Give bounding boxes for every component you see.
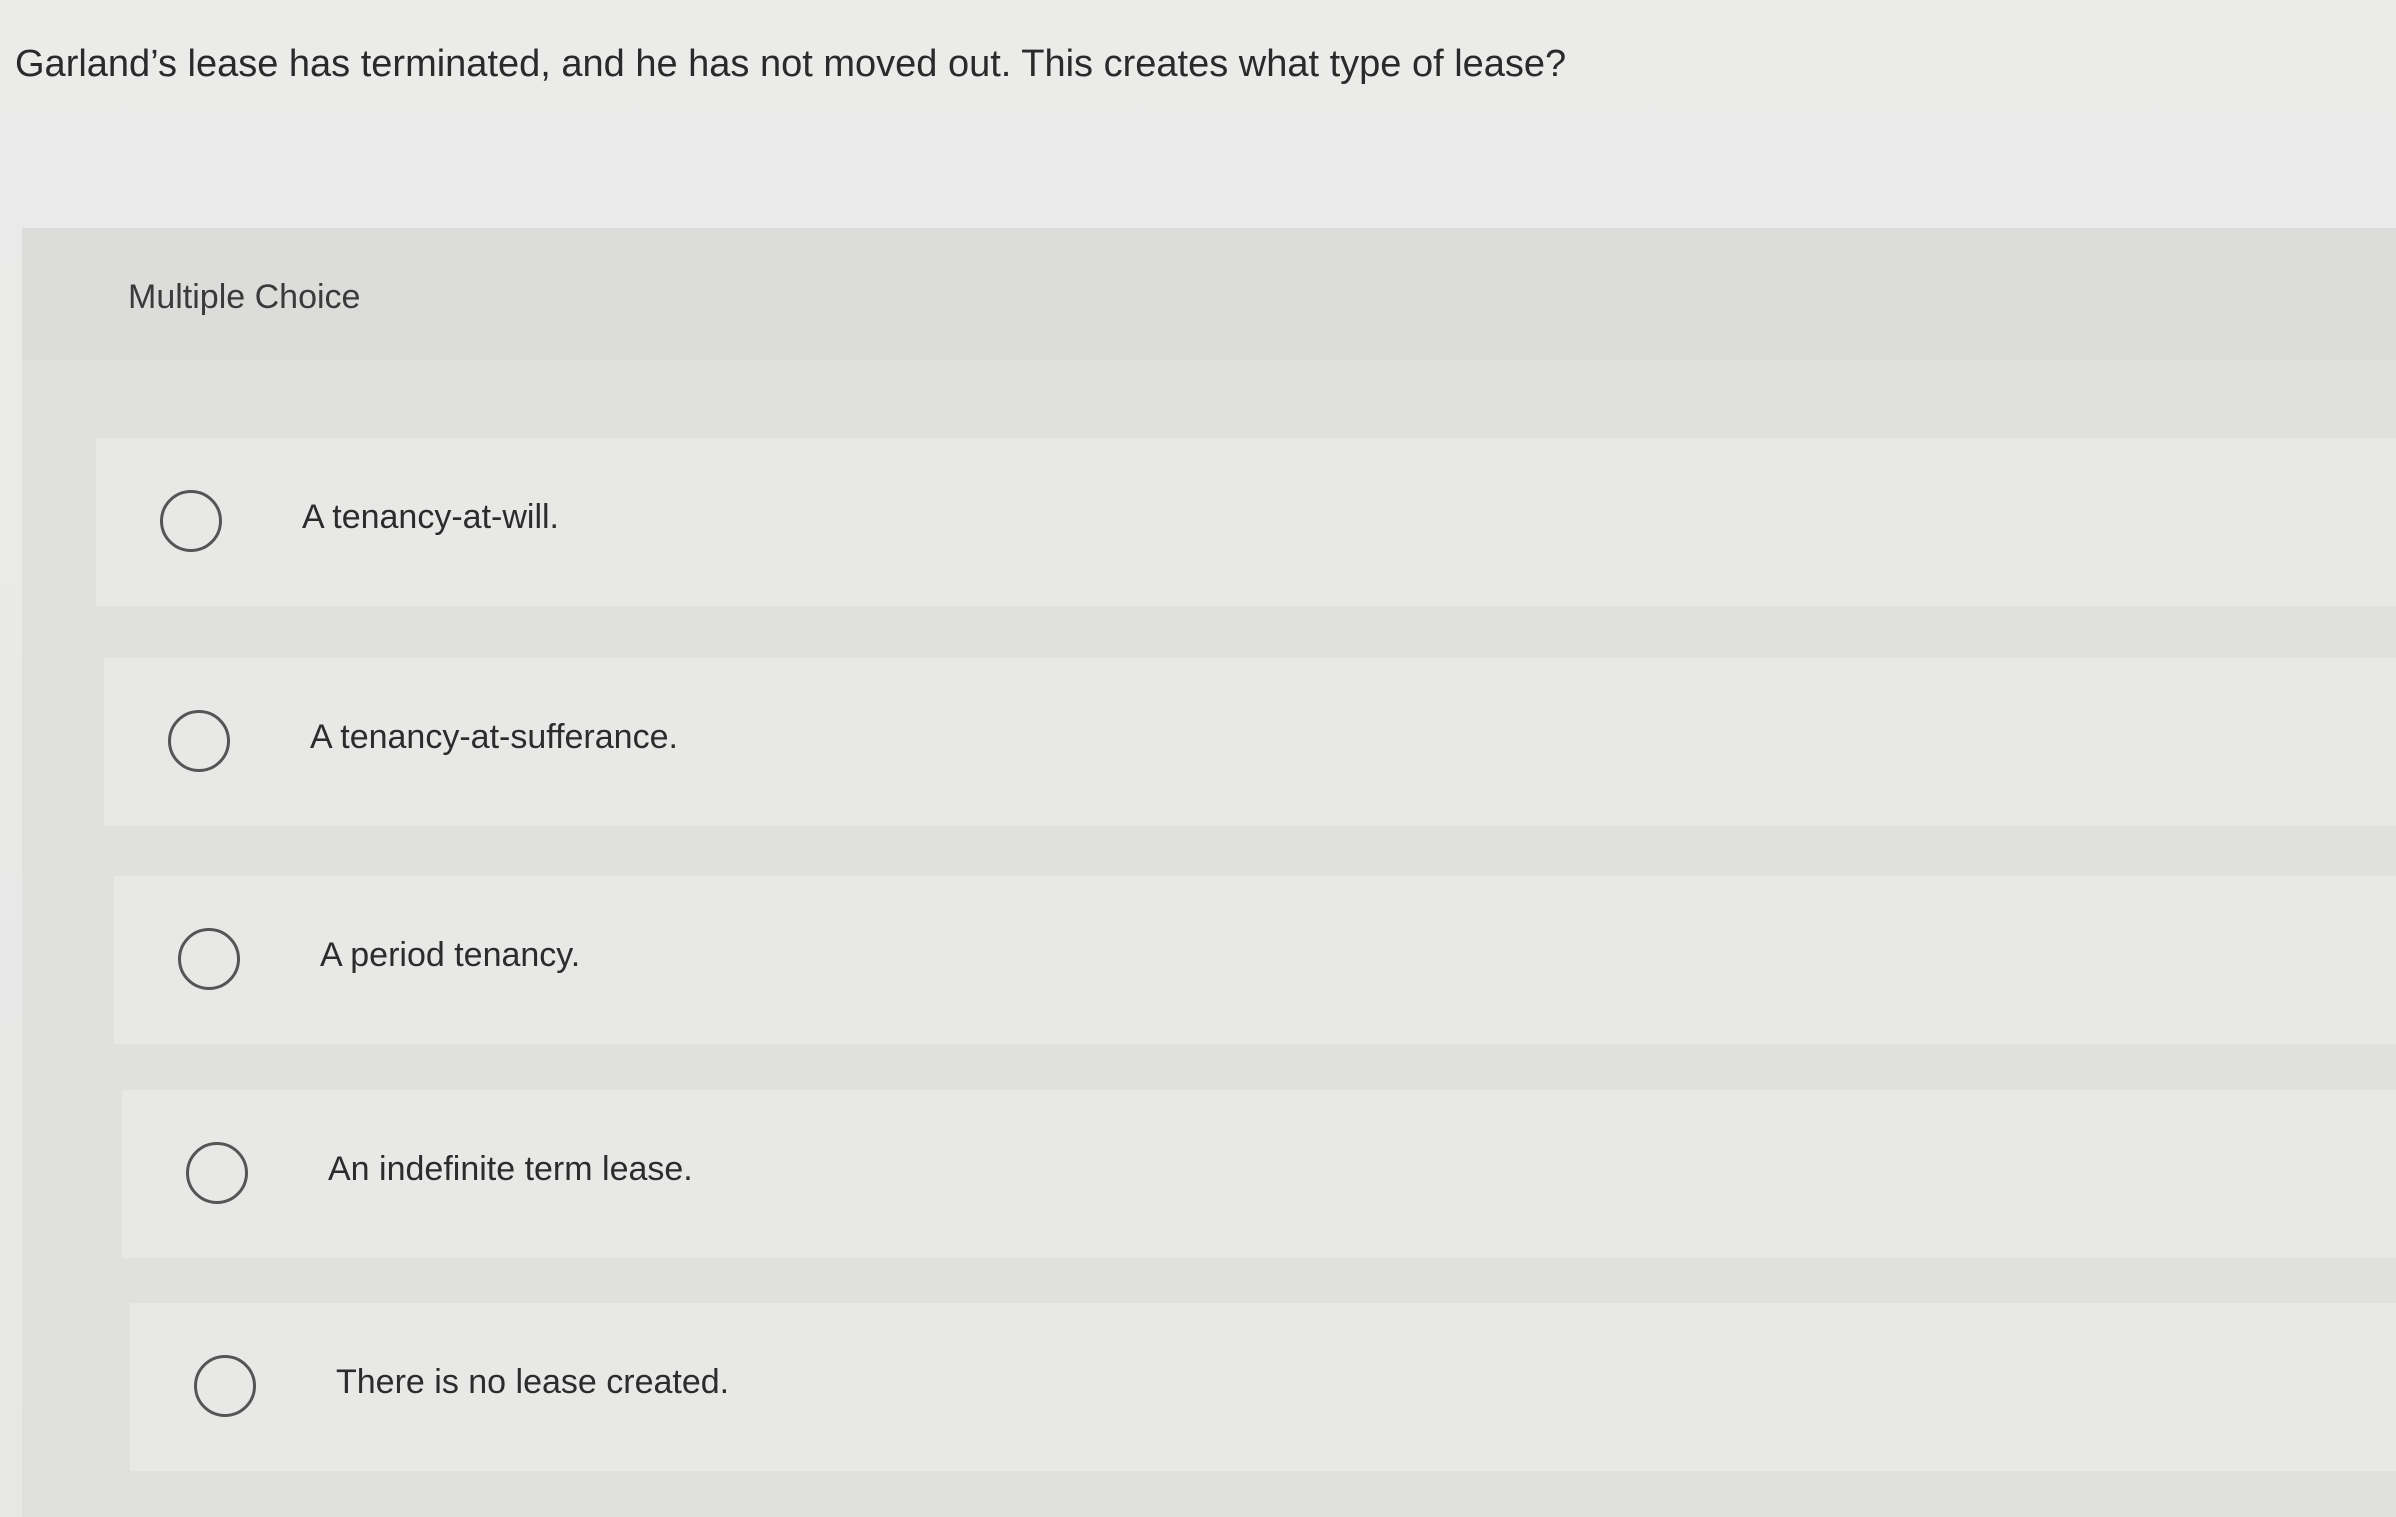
- question-text: Garland’s lease has terminated, and he h…: [15, 43, 1567, 85]
- radio-button-icon[interactable]: [194, 1355, 256, 1417]
- choice-label: An indefinite term lease.: [328, 1150, 693, 1188]
- multiple-choice-panel: Multiple Choice A tenancy-at-will. A ten…: [22, 228, 2396, 1517]
- choices-list: A tenancy-at-will. A tenancy-at-sufferan…: [22, 228, 2396, 1517]
- choice-option-2[interactable]: A tenancy-at-sufferance.: [104, 658, 2396, 826]
- radio-button-icon[interactable]: [186, 1142, 248, 1204]
- choice-label: A period tenancy.: [320, 936, 581, 974]
- choice-option-5[interactable]: There is no lease created.: [130, 1303, 2396, 1471]
- radio-button-icon[interactable]: [178, 928, 240, 990]
- choice-label: A tenancy-at-will.: [302, 498, 559, 536]
- choice-option-3[interactable]: A period tenancy.: [114, 876, 2396, 1044]
- choice-label: There is no lease created.: [336, 1363, 730, 1401]
- choice-option-4[interactable]: An indefinite term lease.: [122, 1090, 2396, 1258]
- radio-button-icon[interactable]: [160, 490, 222, 552]
- choice-option-1[interactable]: A tenancy-at-will.: [96, 438, 2396, 606]
- choice-label: A tenancy-at-sufferance.: [310, 718, 678, 756]
- radio-button-icon[interactable]: [168, 710, 230, 772]
